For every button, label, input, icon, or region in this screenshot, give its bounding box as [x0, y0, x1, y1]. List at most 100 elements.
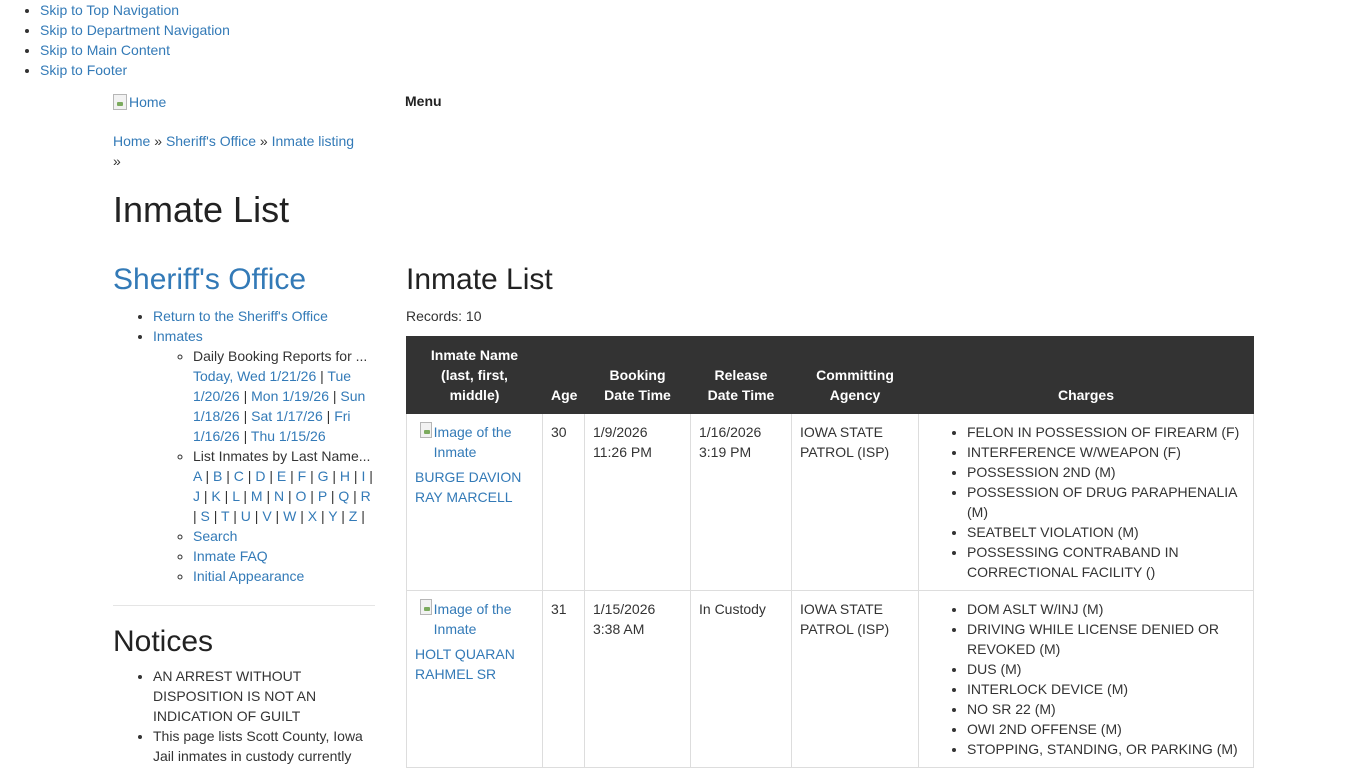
notice-item: This page lists Scott County, Iowa Jail …: [153, 726, 375, 766]
records-count: Records: 10: [406, 308, 482, 324]
inmate-photo-alt: Image of the Inmate: [433, 424, 512, 460]
col-header-age: Age: [542, 336, 585, 414]
letter-link-d[interactable]: D: [255, 468, 265, 484]
letter-separator: |: [357, 508, 365, 524]
letter-link-n[interactable]: N: [274, 488, 284, 504]
initial-appearance-link[interactable]: Initial Appearance: [193, 568, 304, 584]
letter-separator: |: [243, 468, 256, 484]
notices-title: Notices: [113, 625, 214, 658]
day-link[interactable]: Mon 1/19/26: [251, 388, 329, 404]
breadcrumb-inmate-listing[interactable]: Inmate listing: [272, 133, 354, 149]
inmate-photo-link[interactable]: Image of the Inmate: [415, 422, 534, 462]
letter-link-x[interactable]: X: [308, 508, 317, 524]
inmate-name-link[interactable]: HOLT QUARAN RAHMEL SR: [415, 646, 515, 682]
daily-booking-label: Daily Booking Reports for ...: [193, 348, 368, 364]
inmate-faq-link[interactable]: Inmate FAQ: [193, 548, 268, 564]
letter-separator: |: [229, 508, 241, 524]
menu-button[interactable]: Menu: [405, 91, 442, 111]
letter-link-u[interactable]: U: [241, 508, 251, 524]
letter-link-k[interactable]: K: [211, 488, 220, 504]
table-header-row: Inmate Name (last, first, middle) Age Bo…: [406, 336, 1254, 414]
list-by-last-name: List Inmates by Last Name... A | B | C |…: [193, 446, 375, 526]
sidebar: Sheriff's Office Return to the Sheriff's…: [113, 260, 375, 766]
charge-item: NO SR 22 (M): [967, 699, 1245, 719]
inmate-age: 30: [542, 413, 585, 591]
sidebar-nav: Return to the Sheriff's Office Inmates D…: [113, 306, 375, 586]
letter-separator: |: [286, 468, 298, 484]
sidebar-item-initial-appearance: Initial Appearance: [193, 566, 375, 586]
charge-item: OWI 2ND OFFENSE (M): [967, 719, 1245, 739]
broken-image-icon: [420, 422, 432, 438]
inmate-photo-link[interactable]: Image of the Inmate: [415, 599, 534, 639]
inmate-name-link[interactable]: BURGE DAVION RAY MARCELL: [415, 469, 521, 505]
letter-separator: |: [220, 488, 233, 504]
main-content: Inmate List Records: 10 Inmate Name (las…: [406, 260, 1254, 768]
letter-separator: |: [209, 508, 222, 524]
letter-separator: |: [239, 488, 251, 504]
letter-link-g[interactable]: G: [318, 468, 329, 484]
letter-link-s[interactable]: S: [201, 508, 210, 524]
broken-image-icon: [113, 94, 127, 110]
letter-links: A | B | C | D | E | F | G | H | I | J | …: [193, 466, 375, 526]
charge-item: FELON IN POSSESSION OF FIREARM (F): [967, 422, 1245, 442]
sidebar-item-faq: Inmate FAQ: [193, 546, 375, 566]
notices: Notices AN ARREST WITHOUT DISPOSITION IS…: [113, 624, 375, 766]
day-link[interactable]: Today, Wed 1/21/26: [193, 368, 316, 384]
main-title: Inmate List: [406, 263, 553, 296]
letter-link-o[interactable]: O: [296, 488, 307, 504]
inmates-link[interactable]: Inmates: [153, 328, 203, 344]
letter-separator: |: [365, 468, 373, 484]
table-row: Image of the Inmate BURGE DAVION RAY MAR…: [406, 413, 1254, 591]
letter-separator: |: [328, 468, 340, 484]
skip-link-main: Skip to Main Content: [40, 40, 230, 60]
letter-separator: |: [271, 508, 284, 524]
letter-link-w[interactable]: W: [283, 508, 296, 524]
skip-top-navigation-link[interactable]: Skip to Top Navigation: [40, 2, 179, 18]
inmate-charges: DOM ASLT W/INJ (M) DRIVING WHILE LICENSE…: [918, 590, 1254, 768]
skip-main-content-link[interactable]: Skip to Main Content: [40, 42, 170, 58]
letter-separator: |: [222, 468, 234, 484]
skip-link-top-nav: Skip to Top Navigation: [40, 0, 230, 20]
letter-link-m[interactable]: M: [251, 488, 263, 504]
sidebar-divider: [113, 605, 375, 606]
letter-link-p[interactable]: P: [318, 488, 327, 504]
breadcrumb: Home » Sheriff's Office » Inmate listing…: [113, 131, 373, 171]
day-link[interactable]: Thu 1/15/26: [251, 428, 326, 444]
sidebar-title: Sheriff's Office: [113, 260, 375, 300]
col-header-booking: Booking Date Time: [584, 336, 691, 414]
letter-link-b[interactable]: B: [213, 468, 222, 484]
inmate-photo-alt: Image of the Inmate: [433, 601, 512, 637]
letter-link-y[interactable]: Y: [328, 508, 337, 524]
breadcrumb-home[interactable]: Home: [113, 133, 150, 149]
day-link[interactable]: Sat 1/17/26: [251, 408, 323, 424]
col-header-name: Inmate Name (last, first, middle): [406, 336, 543, 414]
inmate-name-cell: Image of the Inmate BURGE DAVION RAY MAR…: [406, 413, 543, 591]
skip-department-navigation-link[interactable]: Skip to Department Navigation: [40, 22, 230, 38]
skip-link-footer: Skip to Footer: [40, 60, 230, 80]
letter-link-a[interactable]: A: [193, 468, 202, 484]
letter-link-f[interactable]: F: [298, 468, 307, 484]
letter-link-r[interactable]: R: [361, 488, 371, 504]
skip-footer-link[interactable]: Skip to Footer: [40, 62, 127, 78]
letter-link-e[interactable]: E: [277, 468, 286, 484]
return-to-sheriffs-office-link[interactable]: Return to the Sheriff's Office: [153, 308, 328, 324]
home-logo-link[interactable]: Home: [113, 92, 166, 112]
sidebar-title-link[interactable]: Sheriff's Office: [113, 263, 306, 296]
letter-separator: |: [350, 468, 362, 484]
search-link[interactable]: Search: [193, 528, 237, 544]
letter-link-v[interactable]: V: [262, 508, 271, 524]
letter-separator: |: [284, 488, 296, 504]
sidebar-item-inmates: Inmates Daily Booking Reports for ... To…: [153, 326, 375, 586]
notices-list: AN ARREST WITHOUT DISPOSITION IS NOT AN …: [113, 666, 375, 766]
inmate-name-cell: Image of the Inmate HOLT QUARAN RAHMEL S…: [406, 590, 543, 768]
letter-link-h[interactable]: H: [340, 468, 350, 484]
sidebar-item-search: Search: [193, 526, 375, 546]
letter-link-q[interactable]: Q: [338, 488, 349, 504]
letter-link-j[interactable]: J: [193, 488, 200, 504]
letter-separator: |: [265, 468, 277, 484]
letter-link-c[interactable]: C: [234, 468, 244, 484]
notice-item: AN ARREST WITHOUT DISPOSITION IS NOT AN …: [153, 666, 375, 726]
inmate-release: 1/16/2026 3:19 PM: [690, 413, 792, 591]
breadcrumb-sheriffs-office[interactable]: Sheriff's Office: [166, 133, 256, 149]
home-logo-alt-text: Home: [129, 94, 167, 110]
